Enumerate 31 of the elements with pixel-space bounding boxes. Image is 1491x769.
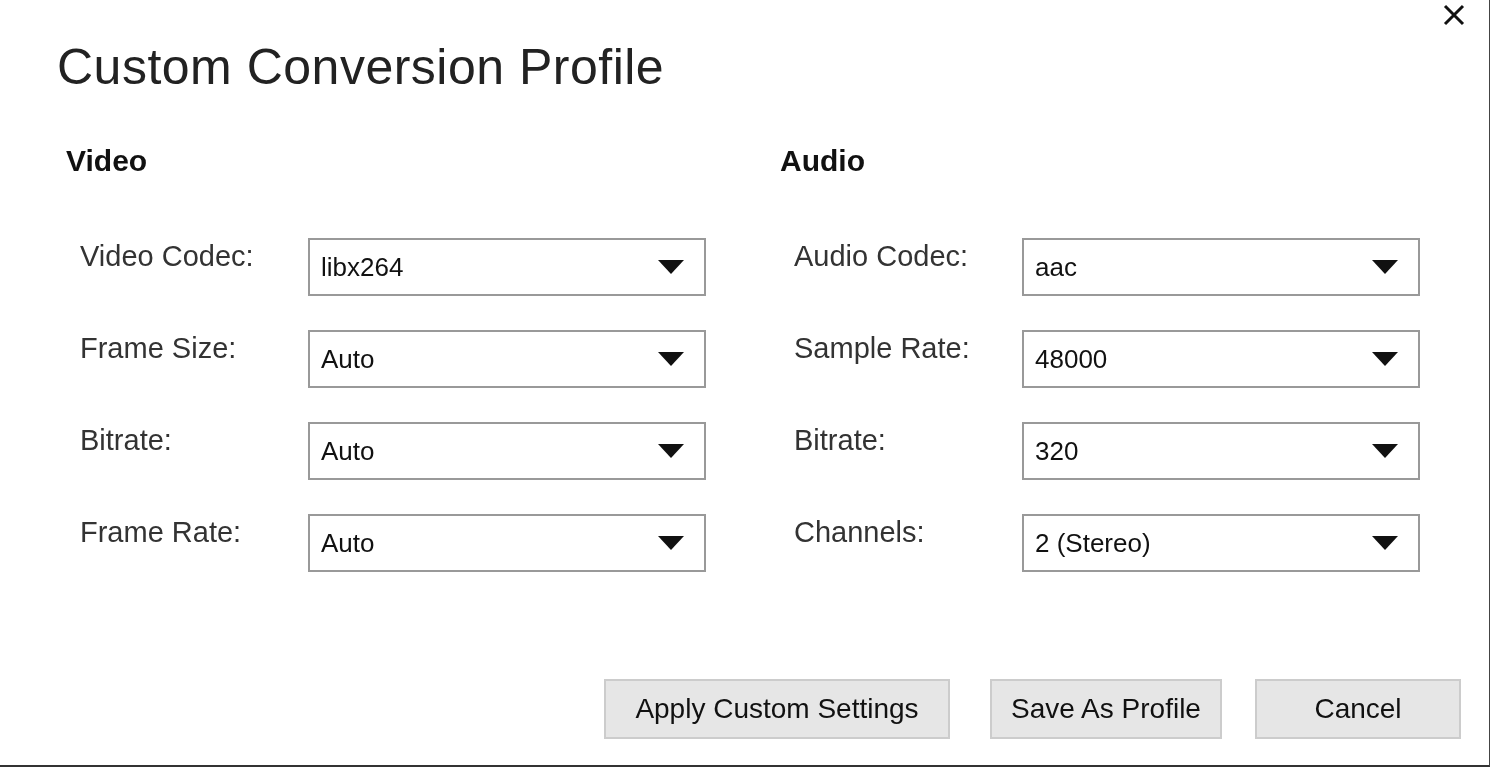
field-label: Video Codec: [80,239,255,274]
dropdown[interactable]: 2 (Stereo) [1022,514,1420,572]
caret-icon [658,444,684,458]
dropdown[interactable]: Auto [308,422,706,480]
close-icon[interactable] [1443,4,1465,26]
caret-icon [658,352,684,366]
dialog-button[interactable]: Apply Custom Settings [604,679,950,739]
caret-icon [1372,444,1398,458]
caret-icon [1372,260,1398,274]
caret-icon [658,536,684,550]
dropdown[interactable]: libx264 [308,238,706,296]
section-heading: Audio [780,144,866,178]
dropdown[interactable]: Auto [308,330,706,388]
dialog-title: Custom Conversion Profile [57,38,665,96]
dialog-button[interactable]: Save As Profile [990,679,1222,739]
dropdown[interactable]: aac [1022,238,1420,296]
field-label: Bitrate: [794,423,887,458]
field-label: Frame Rate: [80,515,243,550]
caret-icon [1372,352,1398,366]
section-heading: Video [66,144,149,178]
dropdown[interactable]: 320 [1022,422,1420,480]
caret-icon [658,260,684,274]
dropdown[interactable]: Auto [308,514,706,572]
field-label: Frame Size: [80,331,238,366]
field-label: Channels: [794,515,926,550]
dropdown[interactable]: 48000 [1022,330,1420,388]
caret-icon [1372,536,1398,550]
dialog-button[interactable]: Cancel [1255,679,1461,739]
field-label: Bitrate: [80,423,173,458]
field-label: Audio Codec: [794,239,970,274]
field-label: Sample Rate: [794,331,971,366]
